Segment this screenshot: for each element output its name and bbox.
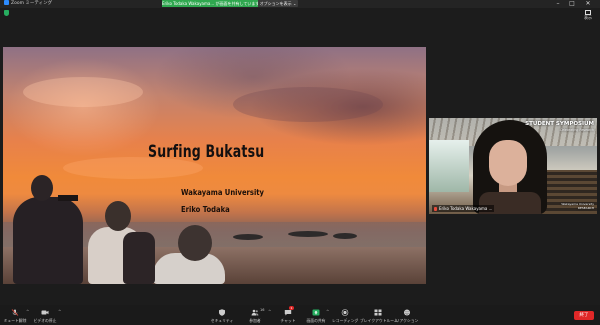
- end-meeting-button[interactable]: 終了: [574, 311, 594, 320]
- sky-cloud: [23, 77, 143, 107]
- zoom-logo-icon: [4, 0, 9, 5]
- minimize-button[interactable]: –: [552, 0, 564, 8]
- participants-options-caret[interactable]: ^: [268, 309, 271, 314]
- breakout-rooms-label: ブレイクアウトルーム: [360, 318, 398, 323]
- chat-button[interactable]: チャット 1: [277, 305, 299, 325]
- record-label: レコーディング: [332, 318, 359, 323]
- child-silhouette: [123, 232, 155, 284]
- unmute-button[interactable]: ミュート解除: [3, 305, 27, 325]
- participants-label: 参加者: [249, 318, 261, 323]
- close-button[interactable]: ✕: [582, 0, 594, 8]
- encryption-shield-icon[interactable]: [4, 10, 9, 16]
- app-title: Zoom ミーティング: [4, 0, 52, 8]
- person-silhouette: [13, 197, 83, 284]
- participant-name: Eriko Todaka Wakayama ...: [439, 206, 493, 211]
- share-screen-label: 画面の共有: [306, 318, 326, 323]
- unmute-label: ミュート解除: [3, 318, 27, 323]
- reactions-label: リアクション: [395, 318, 419, 323]
- breakout-rooms-icon: [374, 309, 382, 316]
- corner-text-line-2: RESEARCH: [577, 205, 594, 210]
- rocks: [233, 234, 263, 240]
- participant-video[interactable]: STUDENT SYMPOSIUM Celebrating Research W…: [429, 118, 597, 214]
- slide-presenter: Eriko Todaka: [181, 205, 230, 214]
- maximize-button[interactable]: □: [566, 0, 578, 8]
- chat-unread-badge: 1: [289, 306, 294, 310]
- child-head: [105, 201, 131, 231]
- child-head: [178, 225, 212, 261]
- participants-count: 16: [260, 308, 265, 312]
- share-screen-button[interactable]: 画面の共有: [304, 305, 328, 325]
- record-button[interactable]: レコーディング: [332, 305, 358, 325]
- view-button[interactable]: 表示: [584, 10, 592, 21]
- slide-university: Wakayama University: [181, 188, 264, 197]
- participant-name-tag: Eriko Todaka Wakayama ...: [432, 205, 495, 212]
- virtual-background-corner-text: Wakayama University RESEARCH: [561, 202, 594, 210]
- stop-video-label: ビデオの停止: [33, 318, 57, 323]
- app-title-text: Zoom ミーティング: [11, 1, 53, 6]
- mic-muted-icon: [434, 206, 437, 211]
- participant-face: [489, 140, 527, 186]
- mic-muted-icon: [11, 309, 19, 316]
- stop-video-button[interactable]: ビデオの停止: [32, 305, 58, 325]
- share-screen-icon: [312, 309, 320, 316]
- video-camera-icon: [41, 310, 49, 315]
- security-label: セキュリティ: [210, 318, 234, 323]
- chat-icon: [284, 310, 292, 316]
- participants-icon: [251, 309, 259, 316]
- video-background-window: [429, 140, 469, 192]
- virtual-background-title: STUDENT SYMPOSIUM: [525, 121, 594, 127]
- reactions-button[interactable]: リアクション: [395, 305, 419, 325]
- view-button-label: 表示: [584, 15, 592, 20]
- sky-cloud: [233, 87, 383, 122]
- window-title-bar: Zoom ミーティング – □ ✕: [0, 0, 600, 8]
- breakout-rooms-button[interactable]: ブレイクアウトルーム: [360, 305, 398, 325]
- phone-arm: [58, 195, 78, 201]
- record-icon: [341, 309, 349, 316]
- meeting-toolbar: ミュート解除 ^ ビデオの停止 ^ セキュリティ 参加者 16 ^ チャット 1…: [0, 305, 600, 325]
- shared-screen-slide: Surfing Bukatsu Wakayama University Erik…: [3, 47, 426, 284]
- participants-button[interactable]: 参加者 16: [243, 305, 267, 325]
- rocks: [288, 231, 328, 237]
- virtual-background-subtitle: Celebrating Research: [559, 128, 594, 132]
- chat-label: チャット: [280, 318, 296, 323]
- rocks: [333, 233, 357, 239]
- shield-icon: [219, 309, 225, 316]
- slide-title: Surfing Bukatsu: [148, 142, 265, 162]
- share-options-caret[interactable]: ^: [326, 309, 329, 314]
- audio-options-caret[interactable]: ^: [26, 309, 29, 314]
- video-options-caret[interactable]: ^: [58, 309, 61, 314]
- security-button[interactable]: セキュリティ: [209, 305, 235, 325]
- screen-share-banner: Eriko Todaka Wakayama... が画面を共有しています: [162, 0, 258, 7]
- view-options-button[interactable]: オプションを表示 ⌄: [258, 0, 298, 7]
- reactions-icon: [404, 309, 410, 316]
- person-head: [31, 175, 53, 201]
